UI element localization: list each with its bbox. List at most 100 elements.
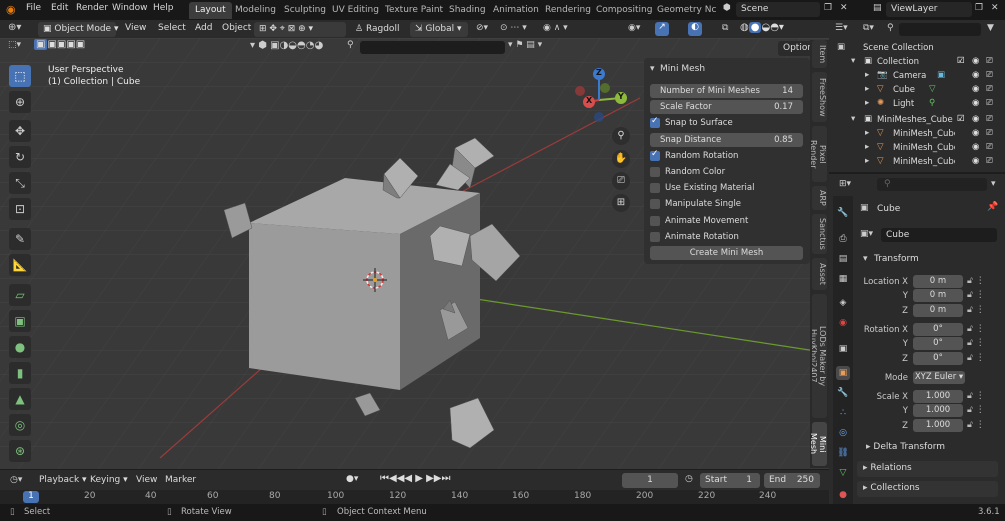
overlay-icon[interactable]: ◐ xyxy=(688,22,702,36)
camera-icon[interactable]: ⎚ xyxy=(986,84,993,94)
menu-edit[interactable]: Edit xyxy=(51,3,68,13)
gizmo-icon[interactable]: ↗ xyxy=(655,22,669,36)
rotation-z-field[interactable]: 0° xyxy=(913,352,963,365)
menu-render[interactable]: Render xyxy=(76,3,108,13)
tab-item[interactable]: Item xyxy=(812,40,827,68)
search-icon[interactable]: ⚲ xyxy=(347,40,354,50)
cursor-tool-icon[interactable]: ⊕ xyxy=(9,91,31,113)
constraints-props-icon[interactable]: ⛓ xyxy=(836,446,850,460)
menu-playback[interactable]: Playback ▾ xyxy=(39,475,87,485)
camera-view-icon[interactable]: ⎚ xyxy=(612,172,630,190)
camera-icon[interactable]: ⎚ xyxy=(986,142,993,152)
tab-pixel-render[interactable]: Pixel Render xyxy=(809,126,827,182)
measure-tool-icon[interactable]: 📐 xyxy=(9,254,31,276)
tab-layout[interactable]: Layout xyxy=(189,2,232,19)
funnel-icon[interactable]: ▼ xyxy=(987,23,994,33)
orientation-selector[interactable]: ⇲ Global ▾ xyxy=(410,22,468,37)
menu-window[interactable]: Window xyxy=(112,3,148,13)
selection-modes[interactable]: ▣ ▣▣▣▣ xyxy=(34,39,85,50)
checkbox-icon[interactable]: ☑ xyxy=(957,56,965,66)
scale-z-field[interactable]: 1.000 xyxy=(913,419,963,432)
tab-animation[interactable]: Animation xyxy=(487,2,545,19)
menu-add[interactable]: Add xyxy=(195,23,212,33)
animate-rotation-checkbox[interactable]: Animate Rotation xyxy=(650,231,803,245)
snap-icon[interactable]: ⊙ ⋯ ▾ xyxy=(500,23,527,33)
use-existing-material-checkbox[interactable]: Use Existing Material xyxy=(650,182,803,196)
properties-type-icon[interactable]: ⊞▾ xyxy=(839,179,851,189)
location-x-field[interactable]: 0 m xyxy=(913,275,963,288)
shading-modes[interactable]: ◍ ● ◒◓▾ xyxy=(740,22,784,33)
eye-icon[interactable]: ◉ xyxy=(972,98,979,108)
lock-icon[interactable]: 🔓︎ ⋮ xyxy=(967,276,985,286)
rotation-x-field[interactable]: 0° xyxy=(913,323,963,336)
outliner-row-minimesh-2[interactable]: ▸ ▽ MiniMesh_Cube2 ◉ ⎚ xyxy=(829,156,1005,170)
eye-icon[interactable]: ◉ xyxy=(972,156,979,166)
outliner-row-minimesh-1[interactable]: ▸ ▽ MiniMesh_Cube1 ◉ ⎚ xyxy=(829,142,1005,156)
location-z-field[interactable]: 0 m xyxy=(913,304,963,317)
object-type-filters[interactable]: ▾ ⬢ ▣◑◒◓◔◕ xyxy=(250,40,323,51)
menu-help[interactable]: Help xyxy=(153,3,174,13)
lock-icon[interactable]: 🔓︎ ⋮ xyxy=(967,391,985,401)
delta-transform-panel[interactable]: ▸ Delta Transform xyxy=(866,442,998,456)
object-type-icon[interactable]: ▣▾ xyxy=(860,229,873,239)
outliner-search-input[interactable] xyxy=(899,23,981,36)
pin-icon[interactable]: 📌 xyxy=(987,202,998,212)
visibility-icon[interactable]: ◉▾ xyxy=(628,23,640,33)
location-y-field[interactable]: 0 m xyxy=(913,289,963,302)
playback-controls[interactable]: ⏮◀◀◀ ▶ ▶▶⏭ xyxy=(380,473,451,484)
create-mini-mesh-button[interactable]: Create Mini Mesh xyxy=(650,246,803,260)
outliner-row-cube[interactable]: ▸ ▽ Cube ▽ ◉ ⎚ xyxy=(829,84,1005,98)
tab-arp[interactable]: ARP xyxy=(812,186,827,210)
tab-shading[interactable]: Shading xyxy=(443,2,492,19)
lock-icon[interactable]: 🔓︎ ⋮ xyxy=(967,405,985,415)
relations-panel[interactable]: ▸ Relations xyxy=(857,461,998,477)
outliner-row-light[interactable]: ▸ ✺ Light ⚲ ◉ ⎚ xyxy=(829,98,1005,112)
view-layer-selector[interactable]: ViewLayer xyxy=(886,2,972,17)
tab-sanctus[interactable]: Sanctus xyxy=(812,214,827,254)
collections-panel[interactable]: ▸ Collections xyxy=(857,481,998,497)
filter-icon[interactable]: ⧉▾ xyxy=(863,23,874,33)
view-layer-icon[interactable]: ▤ xyxy=(873,3,882,13)
transform-tool-icon[interactable]: ⊡ xyxy=(9,198,31,220)
end-frame-field[interactable]: End 250 xyxy=(764,473,820,488)
add-cylinder-tool-icon[interactable]: ▮ xyxy=(9,362,31,384)
add-plane-tool-icon[interactable]: ▱ xyxy=(9,284,31,306)
copy-icon[interactable]: ❐ xyxy=(975,3,983,13)
zoom-icon[interactable]: ⚲ xyxy=(612,127,630,145)
tab-asset[interactable]: Asset xyxy=(812,258,827,290)
snap-distance-field[interactable]: Snap Distance 0.85 xyxy=(650,133,803,147)
chevron-down-icon[interactable]: ▾ xyxy=(991,179,996,189)
tab-geometry-nodes[interactable]: Geometry Nc xyxy=(651,2,722,19)
ragdoll-button[interactable]: ♙ Ragdoll xyxy=(350,22,400,37)
manipulate-single-checkbox[interactable]: Manipulate Single xyxy=(650,198,803,212)
random-rotation-checkbox[interactable]: Random Rotation xyxy=(650,149,803,164)
random-color-checkbox[interactable]: Random Color xyxy=(650,166,803,180)
outliner-type-icon[interactable]: ☰▾ xyxy=(835,23,848,33)
copy-icon[interactable]: ❐ xyxy=(824,3,832,13)
tab-mini-mesh[interactable]: Mini Mesh xyxy=(809,422,827,466)
tab-modeling[interactable]: Modeling xyxy=(229,2,282,19)
perspective-toggle-icon[interactable]: ⊞ xyxy=(612,194,630,212)
snapping-options[interactable]: ⊞ ✥ ⌖ ⊠ ⊕ ▾ xyxy=(254,22,346,37)
animate-movement-checkbox[interactable]: Animate Movement xyxy=(650,215,803,229)
chevron-down-icon[interactable]: ▾ xyxy=(863,254,868,264)
tab-uv-editing[interactable]: UV Editing xyxy=(326,2,385,19)
navigation-gizmo[interactable]: Z Y X xyxy=(572,62,632,122)
annotate-tool-icon[interactable]: ✎ xyxy=(9,228,31,250)
chevron-down-icon[interactable]: ▾ xyxy=(650,64,655,74)
rotation-mode-select[interactable]: XYZ Euler ▾ xyxy=(913,371,965,384)
add-more-tool-icon[interactable]: ⊛ xyxy=(9,440,31,462)
close-icon[interactable]: ✕ xyxy=(840,3,848,13)
lock-icon[interactable]: 🔓︎ ⋮ xyxy=(967,290,985,300)
outliner-row-camera[interactable]: ▸ 📷 Camera ▣ ◉ ⎚ xyxy=(829,70,1005,84)
menu-view[interactable]: View xyxy=(136,475,157,485)
mode-selector[interactable]: ▣ Object Mode ▾ xyxy=(38,22,118,37)
camera-icon[interactable]: ⎚ xyxy=(986,98,993,108)
lock-icon[interactable]: 🔓︎ ⋮ xyxy=(967,324,985,334)
tab-lods-maker[interactable]: LODs Maker by HuyKhoi2407 xyxy=(812,294,827,418)
timeline-type-icon[interactable]: ◷▾ xyxy=(10,475,22,485)
menu-select[interactable]: Select xyxy=(158,23,186,33)
material-props-icon[interactable]: ● xyxy=(836,488,850,502)
select-box-icon[interactable]: ⬚▾ xyxy=(8,40,21,50)
search-icon[interactable]: ⚲ xyxy=(887,23,894,33)
